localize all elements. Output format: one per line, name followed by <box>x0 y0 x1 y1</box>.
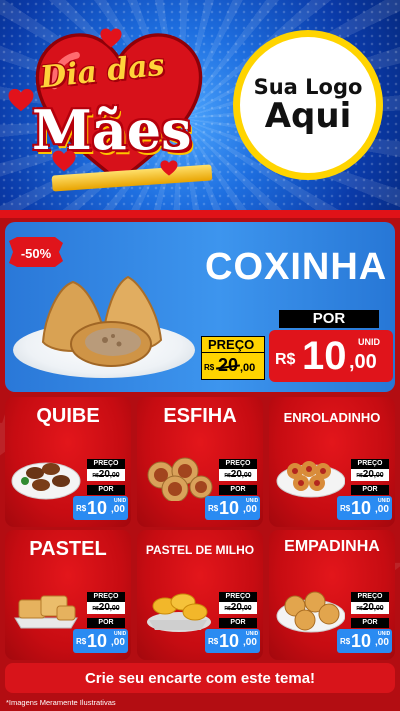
preco-label: PREÇO <box>87 459 125 469</box>
preco-label: PREÇO <box>219 459 257 469</box>
price-value: 10 <box>87 631 108 651</box>
old-price-cents: ,00 <box>240 362 256 374</box>
old-price: R$20,00 <box>351 469 389 481</box>
small-heart-icon <box>160 160 178 176</box>
product-price: R$ 10,00 UNID <box>205 629 260 653</box>
preco-label: PREÇO <box>351 459 389 469</box>
product-name: ENROLADINHO <box>283 410 381 425</box>
coxinha-image <box>41 275 163 367</box>
price-cents: ,00 <box>349 351 377 373</box>
product-price: R$ 10,00 UNID <box>337 496 392 520</box>
product-name: ESFIHA <box>163 405 237 427</box>
product-card[interactable]: EMPADINHA PREÇOR$20,00 PORR$10,00UNID <box>269 530 395 660</box>
old-price-currency: R$ <box>204 363 215 372</box>
price-currency: R$ <box>208 637 219 646</box>
small-heart-icon <box>100 28 122 48</box>
price-cents: ,00 <box>111 504 125 515</box>
product-card[interactable]: PASTEL PREÇOR$20,00 PORR$10,00UNID <box>5 530 131 660</box>
hero-banner: Dia das Mães Sua Logo Aqui <box>0 0 400 215</box>
por-label: POR <box>351 485 389 495</box>
price-currency: R$ <box>76 504 87 513</box>
product-image <box>276 461 345 498</box>
cta-banner[interactable]: Crie seu encarte com este tema! <box>5 663 395 693</box>
product-price: R$ 10,00 UNID <box>337 629 392 653</box>
preco-label: PREÇO <box>351 592 389 602</box>
product-image <box>147 457 213 501</box>
por-label: POR <box>219 618 257 628</box>
price-cents: ,00 <box>243 637 257 648</box>
price-cents: ,00 <box>375 637 389 648</box>
price-unit: UNID <box>114 631 127 637</box>
divider <box>0 210 400 218</box>
price-currency: R$ <box>340 504 351 513</box>
logo-placeholder[interactable]: Sua Logo Aqui <box>233 30 383 180</box>
product-price: R$ 10,00 UNID <box>73 496 128 520</box>
price-value: 10 <box>302 334 347 378</box>
preco-label: PREÇO <box>219 592 257 602</box>
product-name: QUIBE <box>36 405 100 427</box>
featured-product[interactable]: -50% COXINHA PREÇO R$ 20 ,00 POR R$ 10 ,… <box>5 222 395 392</box>
old-price: R$20,00 <box>219 469 257 481</box>
product-price: R$ 10,00 UNID <box>73 629 128 653</box>
old-price: R$20,00 <box>87 469 125 481</box>
price-cents: ,00 <box>243 504 257 515</box>
featured-product-name: COXINHA <box>205 246 388 288</box>
disclaimer: *Imagens Meramente Ilustrativas <box>6 698 116 707</box>
price-unit: UNID <box>358 337 380 347</box>
product-image <box>14 595 78 629</box>
old-price: R$20,00 <box>351 602 389 614</box>
price-value: 10 <box>219 498 240 518</box>
old-price: R$20,00 <box>219 602 257 614</box>
product-card[interactable]: QUIBE PREÇOR$20,00 PORR$10,00UNID <box>5 397 131 527</box>
por-label: POR <box>87 618 125 628</box>
price-currency: R$ <box>275 351 296 368</box>
price-currency: R$ <box>340 637 351 646</box>
por-label: POR <box>351 618 389 628</box>
old-price: R$20,00 <box>87 602 125 614</box>
price-unit: UNID <box>378 498 391 504</box>
small-heart-icon <box>8 88 34 112</box>
product-price: R$ 10,00 UNID <box>205 496 260 520</box>
por-label: POR <box>87 485 125 495</box>
product-image <box>147 593 211 632</box>
price-unit: UNID <box>246 631 259 637</box>
price-unit: UNID <box>114 498 127 504</box>
preco-label: PREÇO <box>87 592 125 602</box>
featured-price: R$ 10 ,00 UNID <box>269 330 393 382</box>
price-cents: ,00 <box>111 637 125 648</box>
price-value: 10 <box>351 631 372 651</box>
product-name: PASTEL <box>29 538 107 560</box>
logo-text-line-2: Aqui <box>264 96 352 137</box>
price-currency: R$ <box>76 637 87 646</box>
por-label: POR <box>219 485 257 495</box>
product-card[interactable]: ESFIHA PREÇOR$20,00 PORR$10,00UNID <box>137 397 263 527</box>
preco-label: PREÇO <box>208 337 255 352</box>
price-cents: ,00 <box>375 504 389 515</box>
price-value: 10 <box>219 631 240 651</box>
price-unit: UNID <box>378 631 391 637</box>
product-name: PASTEL DE MILHO <box>145 543 255 557</box>
product-name: EMPADINHA <box>284 538 380 555</box>
discount-badge: -50% <box>20 246 52 261</box>
product-image <box>11 462 81 500</box>
small-heart-icon <box>52 150 76 172</box>
product-card[interactable]: ENROLADINHO PREÇOR$20,00 PORR$10,00UNID <box>269 397 395 527</box>
product-card[interactable]: PASTEL DE MILHO PREÇOR$20,00 PORR$10,00UNI… <box>137 530 263 660</box>
old-price-box: R$ 20 ,00 <box>201 352 265 380</box>
por-label: POR <box>279 310 379 328</box>
price-unit: UNID <box>246 498 259 504</box>
price-value: 10 <box>351 498 372 518</box>
price-value: 10 <box>87 498 108 518</box>
old-price-value: 20 <box>215 355 241 376</box>
price-currency: R$ <box>208 504 219 513</box>
product-image <box>276 591 345 633</box>
